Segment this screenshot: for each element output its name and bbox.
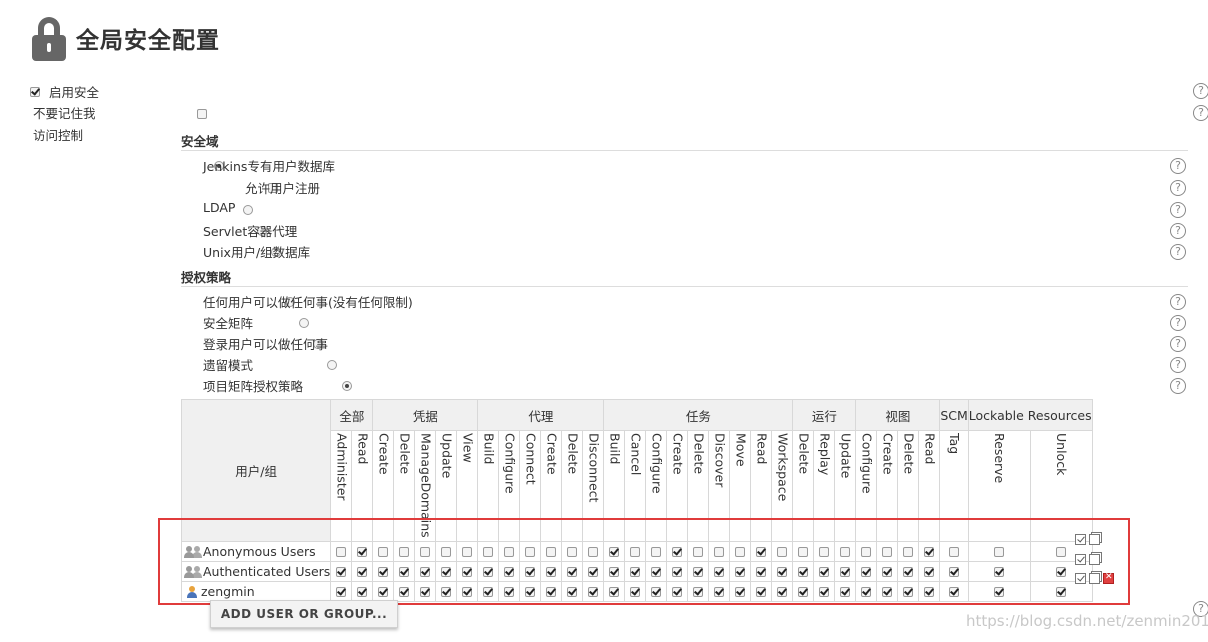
permission-label: Cancel — [628, 433, 644, 476]
help-icon[interactable]: ? — [1170, 378, 1186, 394]
help-icon[interactable]: ? — [1170, 294, 1186, 310]
permission-label: Workspace — [775, 433, 791, 502]
permission-group-header: 任务 — [603, 399, 794, 431]
page-header: 全局安全配置 — [30, 14, 220, 62]
page-title: 全局安全配置 — [76, 28, 220, 54]
dont-remember-checkbox[interactable] — [197, 108, 208, 119]
permission-group-header: Lockable Resources — [967, 399, 1093, 431]
permission-label: Replay — [817, 433, 833, 476]
auth-option-label: 遗留模式 — [203, 358, 254, 373]
permission-label: Delete — [796, 433, 812, 475]
add-user-or-group-button[interactable]: ADD USER OR GROUP... — [210, 600, 398, 628]
help-icon[interactable]: ? — [1170, 315, 1186, 331]
auth-option-label: 登录用户可以做任何事 — [203, 337, 329, 352]
help-icon[interactable]: ? — [1170, 158, 1186, 174]
lock-icon — [30, 15, 68, 61]
permission-label: Read — [754, 433, 770, 465]
permission-label: Delete — [691, 433, 707, 475]
help-icon[interactable]: ? — [1193, 105, 1208, 121]
realm-radio-ldap[interactable] — [242, 204, 253, 215]
permission-label: Administer — [334, 433, 350, 501]
permission-label: Configure — [649, 433, 665, 494]
permission-label: Delete — [397, 433, 413, 475]
enable-security-checkbox[interactable] — [30, 86, 40, 97]
help-icon[interactable]: ? — [1170, 244, 1186, 260]
permission-group-header: 代理 — [477, 399, 605, 431]
help-icon[interactable]: ? — [1193, 83, 1208, 99]
permission-label: Create — [670, 433, 686, 475]
auth-option-label: 任何用户可以做任何事(没有任何限制) — [203, 295, 413, 310]
permission-label: Unlock — [1054, 433, 1070, 476]
permission-group-header: 凭据 — [372, 399, 479, 431]
auth-radio-matrix[interactable] — [299, 317, 310, 328]
help-icon[interactable]: ? — [1170, 336, 1186, 352]
permission-label: Move — [733, 433, 749, 467]
auth-radio-project-matrix[interactable] — [341, 380, 352, 391]
section-divider — [181, 150, 1188, 151]
permission-label: Delete — [901, 433, 917, 475]
permission-label: Delete — [565, 433, 581, 475]
section-divider — [181, 286, 1188, 287]
access-control-label: 访问控制 — [33, 128, 84, 143]
permission-label: Reserve — [992, 433, 1008, 484]
dont-remember-label: 不要记住我 — [33, 106, 96, 121]
permission-label: Update — [838, 433, 854, 479]
permission-label: Read — [355, 433, 371, 465]
realm-option-label: Jenkins专有用户数据库 — [203, 159, 335, 174]
realm-heading: 安全域 — [181, 134, 219, 149]
help-icon[interactable]: ? — [1170, 357, 1186, 373]
auth-radio-legacy[interactable] — [327, 359, 338, 370]
watermark: https://blog.csdn.net/zenmin2015 — [966, 612, 1208, 630]
enable-security-label: 启用安全 — [49, 85, 100, 100]
permission-label: Create — [880, 433, 896, 475]
permission-group-header: 视图 — [855, 399, 941, 431]
permission-group-header: 运行 — [792, 399, 857, 431]
permission-label: Configure — [859, 433, 875, 494]
permission-label: Build — [607, 433, 623, 465]
allow-signup-label: 允许用户注册 — [245, 181, 321, 196]
realm-option-label: Unix用户/组数据库 — [203, 245, 311, 260]
permission-label: Read — [922, 433, 938, 465]
help-icon[interactable]: ? — [1170, 223, 1186, 239]
authorization-heading: 授权策略 — [181, 270, 232, 285]
permission-label: View — [460, 433, 476, 463]
realm-option-label: Servlet容器代理 — [203, 224, 298, 239]
auth-option-label: 项目矩阵授权策略 — [203, 379, 304, 394]
permission-label: Configure — [502, 433, 518, 494]
permission-group-header: 全部 — [330, 399, 374, 431]
help-icon[interactable]: ? — [1170, 180, 1186, 196]
permission-label: Connect — [523, 433, 539, 485]
permission-label: Create — [376, 433, 392, 475]
permission-label: Update — [439, 433, 455, 479]
realm-option-label: LDAP — [203, 200, 236, 215]
permission-label: Discover — [712, 433, 728, 488]
permission-label: Build — [481, 433, 497, 465]
help-icon[interactable]: ? — [1170, 202, 1186, 218]
permission-label: Create — [544, 433, 560, 475]
highlight-box — [158, 518, 1130, 605]
auth-option-label: 安全矩阵 — [203, 316, 254, 331]
permission-group-header: SCM — [939, 399, 969, 431]
permission-label: Disconnect — [586, 433, 602, 503]
permission-label: Tag — [947, 433, 963, 455]
